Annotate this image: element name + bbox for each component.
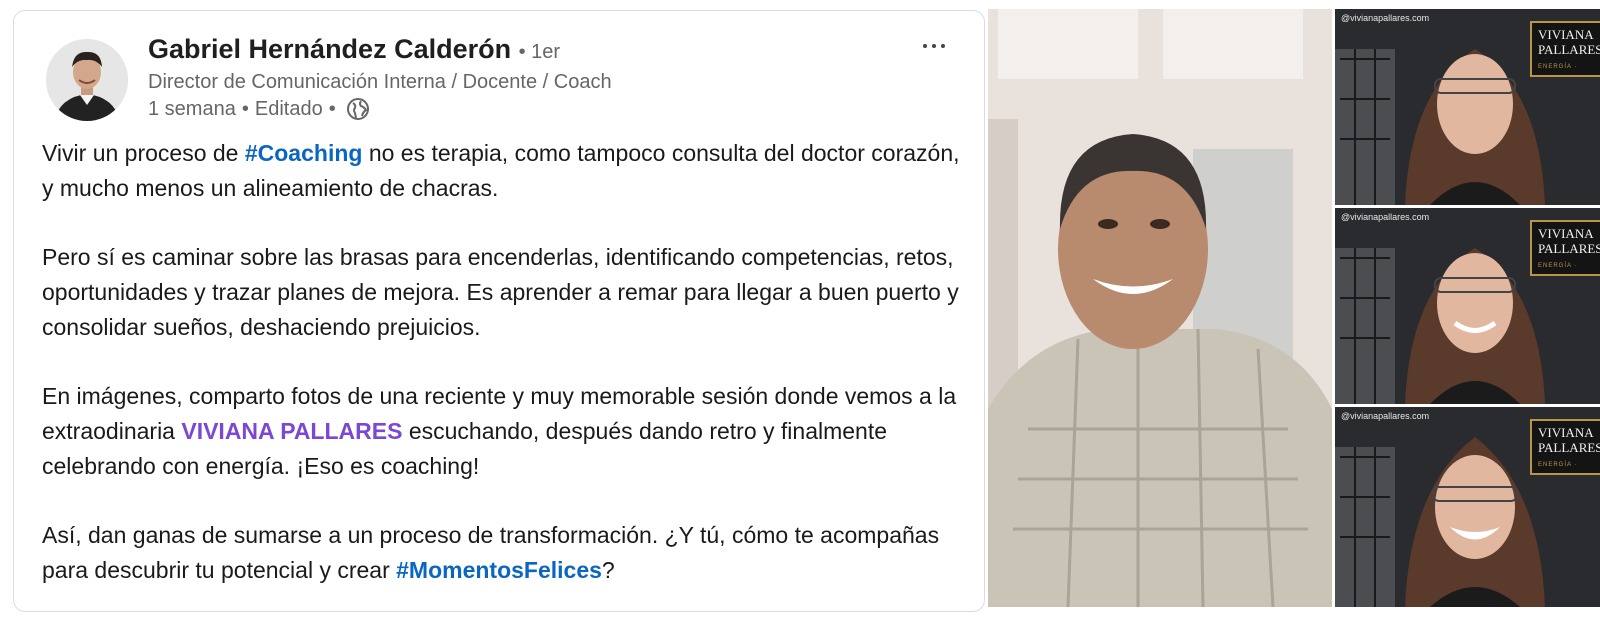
post-paragraph-4: Así, dan ganas de sumarse a un proceso d… (42, 518, 972, 588)
meta-separator: • (241, 97, 249, 120)
brand-name-line1: VIVIANA (1538, 27, 1594, 42)
post-body: Vivir un proceso de #Coaching no es tera… (42, 136, 972, 611)
brand-tagline: ENERGÍA · ALTERNATIVAS (1538, 64, 1578, 70)
hashtag-coaching-link[interactable]: #Coaching (245, 140, 363, 166)
globe-icon (346, 97, 370, 121)
more-horizontal-icon (932, 44, 936, 48)
post-media-gallery: @vivianapallares.com VIVIANA PALLARES EN… (988, 9, 1600, 615)
more-horizontal-icon (923, 44, 927, 48)
post-card: Gabriel Hernández Calderón • 1er Directo… (13, 10, 985, 612)
photo-viviana-feedback[interactable]: @vivianapallares.com VIVIANA PALLARES EN… (1335, 208, 1600, 404)
brand-logo: VIVIANA PALLARES ENERGÍA · ALTERNATIVAS (1530, 21, 1600, 77)
post-paragraph-3: En imágenes, comparto fotos de una recie… (42, 379, 972, 484)
photo-watermark: @vivianapallares.com (1341, 212, 1430, 222)
connection-degree: • 1er (518, 41, 561, 63)
brand-logo: VIVIANA PALLARES ENERGÍA · ALTERNATIVAS (1530, 220, 1600, 276)
brand-tagline: ENERGÍA · ALTERNATIVAS (1538, 263, 1578, 269)
post-paragraph-2: Pero sí es caminar sobre las brasas para… (42, 244, 959, 340)
photo-watermark: @vivianapallares.com (1341, 13, 1430, 23)
author-headline: Director de Comunicación Interna / Docen… (148, 71, 612, 93)
post-text: ? (601, 557, 615, 583)
photo-viviana-listening[interactable]: @vivianapallares.com VIVIANA PALLARES EN… (1335, 9, 1600, 205)
post-meta: 1 semana • Editado • (148, 97, 370, 121)
hashtag-momentosfelices-link[interactable]: #MomentosFelices (396, 557, 602, 583)
mention-viviana-pallares-link[interactable]: VIVIANA PALLARES (181, 418, 402, 444)
more-options-button[interactable] (914, 31, 954, 61)
more-horizontal-icon (941, 44, 945, 48)
brand-logo: VIVIANA PALLARES ENERGÍA · ALTERNATIVAS (1530, 419, 1600, 475)
photo-man-smiling[interactable] (988, 9, 1332, 607)
brand-name-line2: PALLARES (1538, 241, 1600, 256)
edited-label: Editado (254, 97, 323, 120)
author-name-text[interactable]: Gabriel Hernández Calderón (148, 34, 511, 64)
brand-name-line2: PALLARES (1538, 440, 1600, 455)
post-text: Vivir un proceso de (42, 140, 245, 166)
photo-viviana-celebrating[interactable]: @vivianapallares.com VIVIANA PALLARES EN… (1335, 407, 1600, 607)
meta-separator: • (328, 97, 336, 120)
author-avatar[interactable] (46, 39, 128, 121)
brand-tagline: ENERGÍA · ALTERNATIVAS (1538, 462, 1578, 468)
brand-name-line2: PALLARES (1538, 42, 1600, 57)
post-time: 1 semana (148, 97, 236, 120)
photo-watermark: @vivianapallares.com (1341, 411, 1430, 421)
post-paragraph-1: Vivir un proceso de #Coaching no es tera… (42, 136, 972, 206)
brand-name-line1: VIVIANA (1538, 226, 1594, 241)
author-name[interactable]: Gabriel Hernández Calderón • 1er (148, 34, 560, 65)
brand-name-line1: VIVIANA (1538, 425, 1594, 440)
